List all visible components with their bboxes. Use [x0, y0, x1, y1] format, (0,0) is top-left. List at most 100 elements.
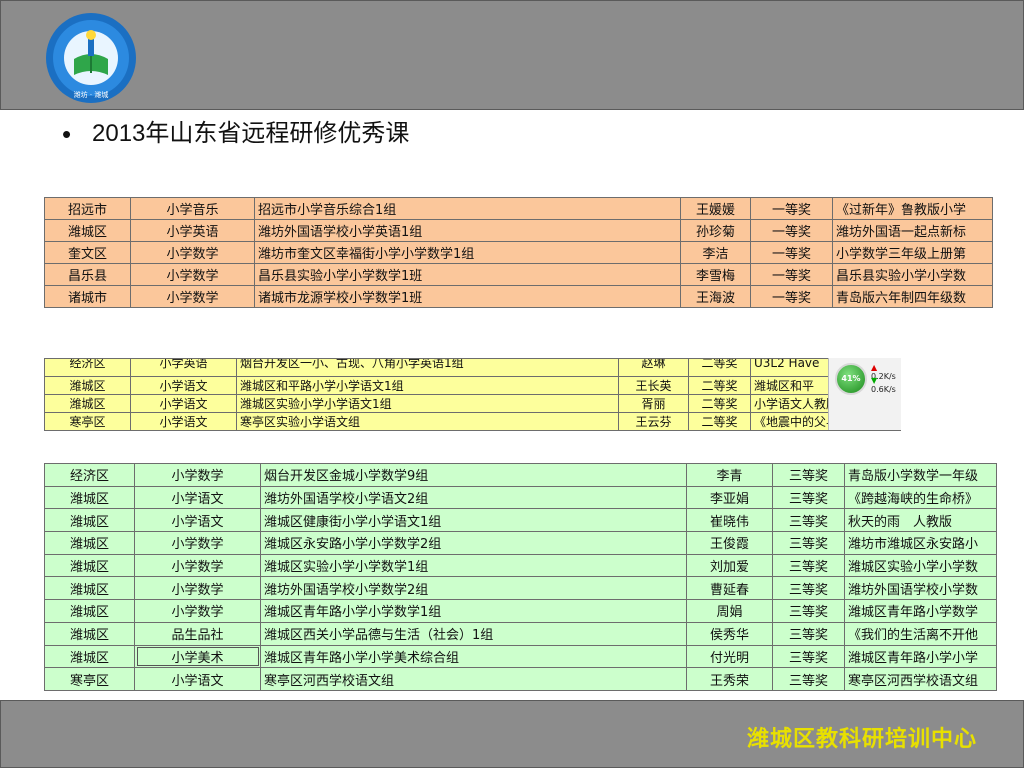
- teacher-cell[interactable]: 曹延春: [686, 576, 773, 601]
- group-cell[interactable]: 潍城区实验小学小学语文1组: [236, 394, 619, 413]
- award-cell[interactable]: 一等奖: [750, 197, 833, 220]
- subject-cell[interactable]: 小学数学: [134, 463, 261, 487]
- lesson-cell[interactable]: 昌乐县实验小学小学数: [832, 263, 993, 286]
- group-cell[interactable]: 潍城区实验小学小学数学1组: [260, 553, 687, 578]
- network-speed-widget[interactable]: 41% ▲ 0.2K/s ▼ 0.6K/s: [828, 358, 901, 430]
- subject-cell[interactable]: 小学语文: [134, 485, 261, 510]
- group-cell[interactable]: 潍城区青年路小学小学美术综合组: [260, 644, 687, 669]
- district-cell[interactable]: 潍城区: [44, 219, 131, 242]
- group-cell[interactable]: 招远市小学音乐综合1组: [254, 197, 681, 220]
- award-cell[interactable]: 三等奖: [772, 508, 845, 533]
- lesson-cell[interactable]: 《跨越海峡的生命桥》: [844, 485, 997, 510]
- district-cell[interactable]: 潍城区: [44, 531, 135, 555]
- district-cell[interactable]: 潍城区: [44, 644, 135, 669]
- award-cell[interactable]: 一等奖: [750, 219, 833, 242]
- subject-cell[interactable]: 小学数学: [134, 576, 261, 601]
- district-cell[interactable]: 潍城区: [44, 621, 135, 646]
- district-cell[interactable]: 招远市: [44, 197, 131, 220]
- district-cell[interactable]: 潍城区: [44, 599, 135, 623]
- subject-cell[interactable]: 小学美术: [134, 644, 261, 669]
- district-cell[interactable]: 诸城市: [44, 285, 131, 308]
- lesson-cell[interactable]: 秋天的雨 人教版: [844, 508, 997, 533]
- subject-cell[interactable]: 小学数学: [134, 531, 261, 555]
- group-cell[interactable]: 烟台开发区一小、古现、八角小学英语1组: [236, 358, 619, 377]
- award-cell[interactable]: 三等奖: [772, 644, 845, 669]
- teacher-cell[interactable]: 王长英: [618, 376, 689, 395]
- district-cell[interactable]: 寒亭区: [44, 667, 135, 691]
- subject-cell[interactable]: 小学语文: [130, 376, 237, 395]
- district-cell[interactable]: 奎文区: [44, 241, 131, 264]
- group-cell[interactable]: 寒亭区实验小学语文组: [236, 412, 619, 431]
- teacher-cell[interactable]: 赵琳: [618, 358, 689, 377]
- subject-cell[interactable]: 小学数学: [134, 599, 261, 623]
- teacher-cell[interactable]: 李亚娟: [686, 485, 773, 510]
- group-cell[interactable]: 潍坊外国语学校小学英语1组: [254, 219, 681, 242]
- subject-cell[interactable]: 小学英语: [130, 219, 255, 242]
- subject-cell[interactable]: 小学数学: [130, 263, 255, 286]
- group-cell[interactable]: 诸城市龙源学校小学数学1班: [254, 285, 681, 308]
- teacher-cell[interactable]: 孙珍菊: [680, 219, 751, 242]
- lesson-cell[interactable]: 小学数学三年级上册第: [832, 241, 993, 264]
- award-cell[interactable]: 三等奖: [772, 531, 845, 555]
- award-cell[interactable]: 三等奖: [772, 621, 845, 646]
- award-cell[interactable]: 一等奖: [750, 285, 833, 308]
- group-cell[interactable]: 潍城区青年路小学小学数学1组: [260, 599, 687, 623]
- district-cell[interactable]: 潍城区: [44, 485, 135, 510]
- lesson-cell[interactable]: 潍城区实验小学小学数: [844, 553, 997, 578]
- teacher-cell[interactable]: 王俊霞: [686, 531, 773, 555]
- award-cell[interactable]: 二等奖: [688, 412, 751, 431]
- group-cell[interactable]: 烟台开发区金城小学数学9组: [260, 463, 687, 487]
- teacher-cell[interactable]: 刘加爱: [686, 553, 773, 578]
- lesson-cell[interactable]: 《过新年》鲁教版小学: [832, 197, 993, 220]
- subject-cell[interactable]: 品生品社: [134, 621, 261, 646]
- group-cell[interactable]: 潍城区永安路小学小学数学2组: [260, 531, 687, 555]
- subject-cell[interactable]: 小学数学: [130, 285, 255, 308]
- teacher-cell[interactable]: 李雪梅: [680, 263, 751, 286]
- lesson-cell[interactable]: 青岛版小学数学一年级: [844, 463, 997, 487]
- teacher-cell[interactable]: 王媛媛: [680, 197, 751, 220]
- group-cell[interactable]: 潍城区西关小学品德与生活（社会）1组: [260, 621, 687, 646]
- district-cell[interactable]: 寒亭区: [44, 412, 131, 431]
- group-cell[interactable]: 潍坊外国语学校小学数学2组: [260, 576, 687, 601]
- district-cell[interactable]: 潍城区: [44, 576, 135, 601]
- teacher-cell[interactable]: 王海波: [680, 285, 751, 308]
- award-cell[interactable]: 一等奖: [750, 241, 833, 264]
- subject-cell[interactable]: 小学语文: [134, 508, 261, 533]
- group-cell[interactable]: 寒亭区河西学校语文组: [260, 667, 687, 691]
- subject-cell[interactable]: 小学音乐: [130, 197, 255, 220]
- award-cell[interactable]: 一等奖: [750, 263, 833, 286]
- district-cell[interactable]: 潍城区: [44, 394, 131, 413]
- district-cell[interactable]: 潍城区: [44, 376, 131, 395]
- lesson-cell[interactable]: 《我们的生活离不开他: [844, 621, 997, 646]
- subject-cell[interactable]: 小学语文: [130, 394, 237, 413]
- award-cell[interactable]: 三等奖: [772, 576, 845, 601]
- group-cell[interactable]: 潍坊市奎文区幸福街小学小学数学1组: [254, 241, 681, 264]
- teacher-cell[interactable]: 王云芬: [618, 412, 689, 431]
- award-cell[interactable]: 三等奖: [772, 485, 845, 510]
- subject-cell[interactable]: 小学语文: [130, 412, 237, 431]
- teacher-cell[interactable]: 周娟: [686, 599, 773, 623]
- subject-cell[interactable]: 小学英语: [130, 358, 237, 377]
- lesson-cell[interactable]: 潍城区青年路小学数学: [844, 599, 997, 623]
- subject-cell[interactable]: 小学数学: [130, 241, 255, 264]
- teacher-cell[interactable]: 王秀荣: [686, 667, 773, 691]
- lesson-cell[interactable]: 寒亭区河西学校语文组: [844, 667, 997, 691]
- group-cell[interactable]: 潍城区健康街小学小学语文1组: [260, 508, 687, 533]
- district-cell[interactable]: 经济区: [44, 463, 135, 487]
- district-cell[interactable]: 潍城区: [44, 553, 135, 578]
- subject-cell[interactable]: 小学数学: [134, 553, 261, 578]
- subject-cell[interactable]: 小学语文: [134, 667, 261, 691]
- award-cell[interactable]: 二等奖: [688, 376, 751, 395]
- group-cell[interactable]: 昌乐县实验小学小学数学1班: [254, 263, 681, 286]
- district-cell[interactable]: 昌乐县: [44, 263, 131, 286]
- lesson-cell[interactable]: 潍城区青年路小学小学: [844, 644, 997, 669]
- district-cell[interactable]: 潍城区: [44, 508, 135, 533]
- award-cell[interactable]: 三等奖: [772, 667, 845, 691]
- teacher-cell[interactable]: 侯秀华: [686, 621, 773, 646]
- teacher-cell[interactable]: 崔晓伟: [686, 508, 773, 533]
- teacher-cell[interactable]: 付光明: [686, 644, 773, 669]
- teacher-cell[interactable]: 胥丽: [618, 394, 689, 413]
- group-cell[interactable]: 潍坊外国语学校小学语文2组: [260, 485, 687, 510]
- award-cell[interactable]: 三等奖: [772, 553, 845, 578]
- lesson-cell[interactable]: 青岛版六年制四年级数: [832, 285, 993, 308]
